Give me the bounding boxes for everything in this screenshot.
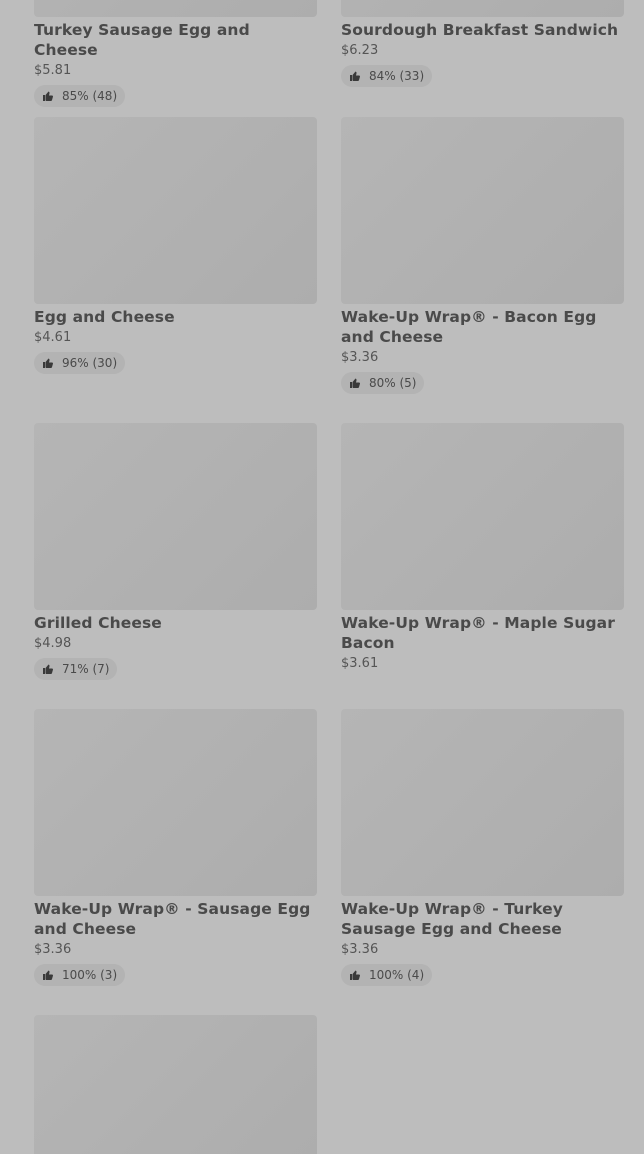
menu-item-image[interactable] (34, 423, 317, 610)
rating-text: 100% (3) (62, 968, 118, 982)
rating-badge: 100% (3) (34, 964, 126, 986)
rating-text: 100% (4) (369, 968, 425, 982)
menu-item-price: $6.23 (341, 43, 379, 58)
menu-item-name: Turkey Sausage Egg and Cheese (34, 21, 250, 59)
rating-badge: 85% (48) (34, 85, 126, 107)
menu-item-card[interactable] (34, 1015, 317, 1154)
menu-item-name: Egg and Cheese (34, 308, 175, 326)
menu-item-image[interactable] (34, 117, 317, 304)
menu-item-price: $3.36 (341, 350, 379, 365)
menu-item-price: $4.98 (34, 636, 72, 651)
rating-text: 71% (7) (62, 662, 110, 676)
thumbs-up-icon (43, 358, 53, 368)
thumbs-up-icon (350, 970, 360, 980)
menu-item-card[interactable]: Grilled Cheese $4.98 71% (7) (34, 423, 317, 680)
menu-item-name: Wake-Up Wrap® - Sausage Egg and Cheese (34, 900, 311, 938)
thumbs-up-icon (350, 71, 360, 81)
thumbs-up-icon (43, 970, 53, 980)
menu-item-name: Wake-Up Wrap® - Bacon Egg and Cheese (341, 308, 597, 346)
rating-badge: 100% (4) (341, 964, 433, 986)
menu-item-image[interactable] (34, 0, 317, 17)
rating-text: 96% (30) (62, 356, 118, 370)
menu-item-card[interactable]: Egg and Cheese $4.61 96% (30) (34, 117, 317, 374)
menu-item-price: $5.81 (34, 63, 72, 78)
rating-badge: 84% (33) (341, 65, 433, 87)
thumbs-up-icon (43, 91, 53, 101)
rating-badge: 71% (7) (34, 658, 118, 680)
menu-item-card[interactable]: Sourdough Breakfast Sandwich $6.23 84% (… (341, 0, 624, 87)
menu-item-card[interactable]: Wake-Up Wrap® - Turkey Sausage Egg and C… (341, 709, 624, 986)
thumbs-up-icon (43, 664, 53, 674)
menu-item-name: Grilled Cheese (34, 614, 162, 632)
menu-item-image[interactable] (34, 1015, 317, 1154)
rating-text: 85% (48) (62, 89, 118, 103)
menu-item-price: $4.61 (34, 330, 72, 345)
rating-badge: 80% (5) (341, 372, 425, 394)
menu-item-card[interactable]: Wake-Up Wrap® - Sausage Egg and Cheese $… (34, 709, 317, 986)
menu-item-image[interactable] (341, 423, 624, 610)
rating-badge: 96% (30) (34, 352, 126, 374)
menu-item-name: Wake-Up Wrap® - Turkey Sausage Egg and C… (341, 900, 563, 938)
menu-item-price: $3.61 (341, 656, 379, 671)
menu-item-price: $3.36 (34, 942, 72, 957)
menu-item-card[interactable]: Wake-Up Wrap® - Bacon Egg and Cheese $3.… (341, 117, 624, 394)
menu-item-image[interactable] (341, 117, 624, 304)
rating-text: 84% (33) (369, 69, 425, 83)
rating-text: 80% (5) (369, 376, 417, 390)
menu-item-price: $3.36 (341, 942, 379, 957)
menu-item-card[interactable]: Wake-Up Wrap® - Maple Sugar Bacon $3.61 (341, 423, 624, 673)
menu-item-image[interactable] (341, 0, 624, 17)
menu-item-name: Sourdough Breakfast Sandwich (341, 21, 619, 39)
thumbs-up-icon (350, 378, 360, 388)
menu-item-image[interactable] (341, 709, 624, 896)
menu-item-card[interactable]: Turkey Sausage Egg and Cheese $5.81 85% … (34, 0, 317, 107)
menu-item-name: Wake-Up Wrap® - Maple Sugar Bacon (341, 614, 615, 652)
menu-item-image[interactable] (34, 709, 317, 896)
